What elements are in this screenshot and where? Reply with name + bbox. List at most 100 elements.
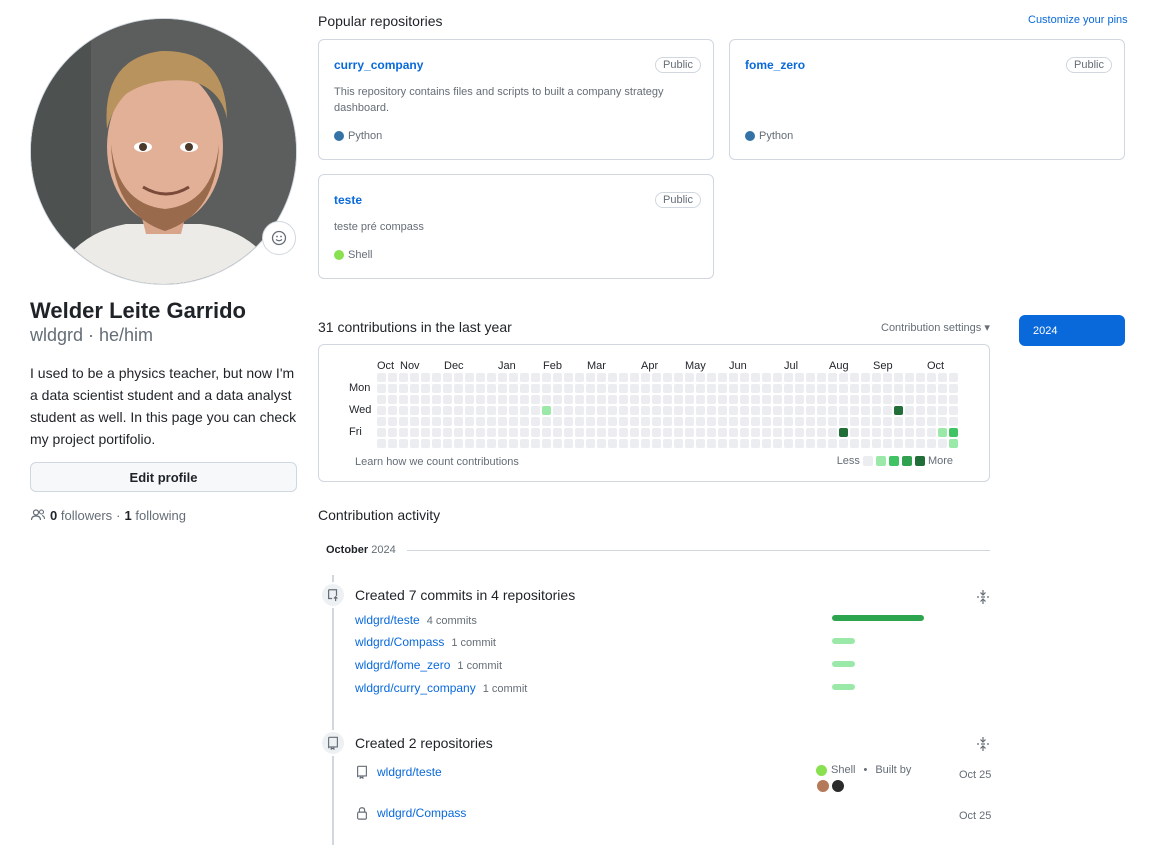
contribution-day-cell[interactable] [542,395,551,404]
commit-count-link[interactable]: 1 commit [457,660,502,672]
contribution-day-cell[interactable] [542,439,551,448]
contribution-day-cell[interactable] [476,406,485,415]
contribution-day-cell[interactable] [850,373,859,382]
contribution-day-cell[interactable] [575,384,584,393]
contribution-day-cell[interactable] [850,417,859,426]
contribution-day-cell[interactable] [740,395,749,404]
contribution-day-cell[interactable] [729,406,738,415]
contribution-day-cell[interactable] [608,417,617,426]
contribution-day-cell[interactable] [685,373,694,382]
contribution-day-cell[interactable] [817,384,826,393]
contribution-day-cell[interactable] [388,439,397,448]
contribution-day-cell[interactable] [498,395,507,404]
contribution-day-cell[interactable] [421,373,430,382]
contribution-day-cell[interactable] [718,417,727,426]
contribution-day-cell[interactable] [949,406,958,415]
contribution-day-cell[interactable] [696,428,705,437]
contribution-day-cell[interactable] [421,395,430,404]
fold-icon[interactable] [975,736,991,752]
contribution-day-cell[interactable] [509,395,518,404]
contribution-day-cell[interactable] [542,417,551,426]
contribution-day-cell[interactable] [663,417,672,426]
contribution-day-cell[interactable] [707,373,716,382]
contribution-day-cell[interactable] [520,384,529,393]
contribution-day-cell[interactable] [586,373,595,382]
contribution-day-cell[interactable] [806,428,815,437]
contribution-day-cell[interactable] [619,417,628,426]
contribution-day-cell[interactable] [795,384,804,393]
following-link[interactable]: 1 following [125,508,186,523]
contribution-day-cell[interactable] [454,417,463,426]
contribution-day-cell[interactable] [905,417,914,426]
contribution-day-cell[interactable] [509,406,518,415]
contribution-day-cell[interactable] [894,428,903,437]
contribution-day-cell[interactable] [619,395,628,404]
contribution-day-cell[interactable] [520,439,529,448]
contribution-day-cell[interactable] [432,384,441,393]
contribution-day-cell[interactable] [894,373,903,382]
contribution-day-cell[interactable] [399,406,408,415]
contribution-day-cell[interactable] [861,417,870,426]
contribution-day-cell[interactable] [938,439,947,448]
contribution-day-cell[interactable] [641,406,650,415]
contribution-day-cell[interactable] [388,373,397,382]
contribution-day-cell[interactable] [421,439,430,448]
contribution-day-cell[interactable] [696,439,705,448]
contribution-day-cell[interactable] [938,384,947,393]
contribution-day-cell[interactable] [663,406,672,415]
contribution-day-cell[interactable] [399,384,408,393]
contribution-day-cell[interactable] [410,406,419,415]
contribution-day-cell[interactable] [619,406,628,415]
contribution-day-cell[interactable] [465,428,474,437]
contribution-day-cell[interactable] [597,439,606,448]
contribution-day-cell[interactable] [839,417,848,426]
edit-profile-button[interactable]: Edit profile [30,462,297,492]
contribution-day-cell[interactable] [465,417,474,426]
year-2024-button[interactable]: 2024 [1019,315,1125,346]
contribution-day-cell[interactable] [839,384,848,393]
contribution-day-cell[interactable] [773,428,782,437]
contribution-day-cell[interactable] [740,384,749,393]
contribution-day-cell[interactable] [839,428,848,437]
contribution-day-cell[interactable] [487,439,496,448]
contribution-day-cell[interactable] [817,428,826,437]
contribution-day-cell[interactable] [762,406,771,415]
commit-repo-link[interactable]: wldgrd/Compass [355,635,444,649]
contribution-day-cell[interactable] [531,373,540,382]
contribution-day-cell[interactable] [729,428,738,437]
contribution-day-cell[interactable] [795,406,804,415]
contribution-day-cell[interactable] [465,406,474,415]
contribution-day-cell[interactable] [916,406,925,415]
contribution-day-cell[interactable] [905,428,914,437]
contribution-day-cell[interactable] [465,384,474,393]
contribution-day-cell[interactable] [751,373,760,382]
contribution-day-cell[interactable] [520,406,529,415]
contribution-day-cell[interactable] [421,384,430,393]
contribution-day-cell[interactable] [949,373,958,382]
contribution-day-cell[interactable] [399,417,408,426]
contribution-day-cell[interactable] [685,439,694,448]
contribution-day-cell[interactable] [850,428,859,437]
contribution-day-cell[interactable] [597,406,606,415]
contribution-day-cell[interactable] [861,428,870,437]
contribution-day-cell[interactable] [586,395,595,404]
contribution-day-cell[interactable] [927,428,936,437]
contribution-day-cell[interactable] [586,384,595,393]
contribution-day-cell[interactable] [520,395,529,404]
contribution-day-cell[interactable] [674,428,683,437]
contribution-day-cell[interactable] [861,384,870,393]
contribution-day-cell[interactable] [839,373,848,382]
contribution-day-cell[interactable] [597,384,606,393]
contribution-day-cell[interactable] [443,395,452,404]
contribution-day-cell[interactable] [410,428,419,437]
contribution-day-cell[interactable] [784,417,793,426]
contribution-day-cell[interactable] [388,395,397,404]
contribution-day-cell[interactable] [707,428,716,437]
contribution-day-cell[interactable] [894,439,903,448]
contribution-day-cell[interactable] [597,395,606,404]
contribution-day-cell[interactable] [872,417,881,426]
contribution-day-cell[interactable] [663,384,672,393]
contribution-day-cell[interactable] [707,395,716,404]
contribution-day-cell[interactable] [696,373,705,382]
contribution-day-cell[interactable] [652,439,661,448]
